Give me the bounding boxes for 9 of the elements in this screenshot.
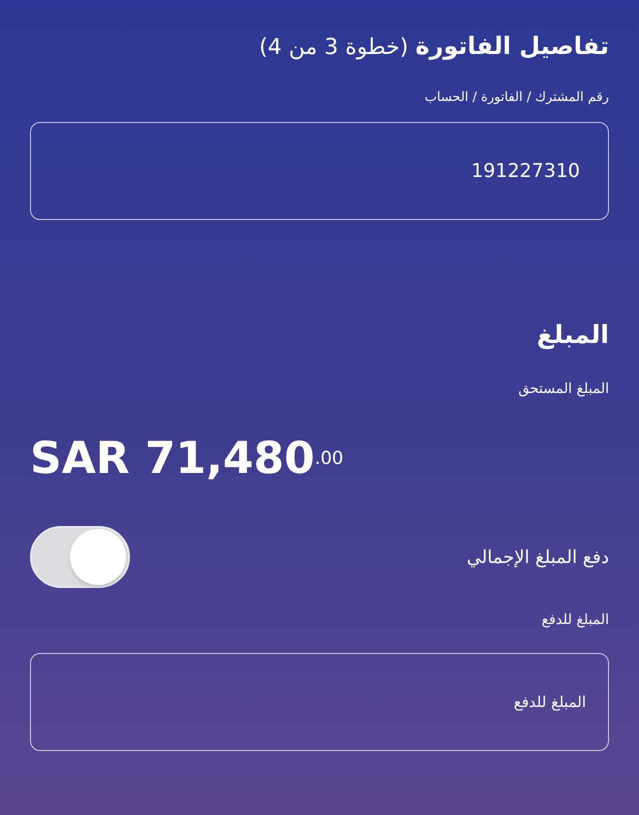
amount-to-pay-field[interactable]: المبلغ للدفع: [30, 653, 609, 751]
field-label: المبلغ للدفع: [542, 611, 609, 630]
field-label: رقم المشترك / الفاتورة / الحساب: [424, 89, 609, 107]
page-title: تفاصيل الفاتورة (خطوة 3 من 4): [259, 31, 609, 62]
account-number-field[interactable]: 191227310: [30, 122, 609, 220]
amount-due-label: المبلغ المستحق: [518, 380, 609, 399]
section-heading: المبلغ: [536, 318, 609, 352]
toggle-label: دفع المبلغ الإجمالي: [466, 546, 609, 570]
amount-due: SAR 71,480$^{.00}$: [30, 432, 344, 486]
